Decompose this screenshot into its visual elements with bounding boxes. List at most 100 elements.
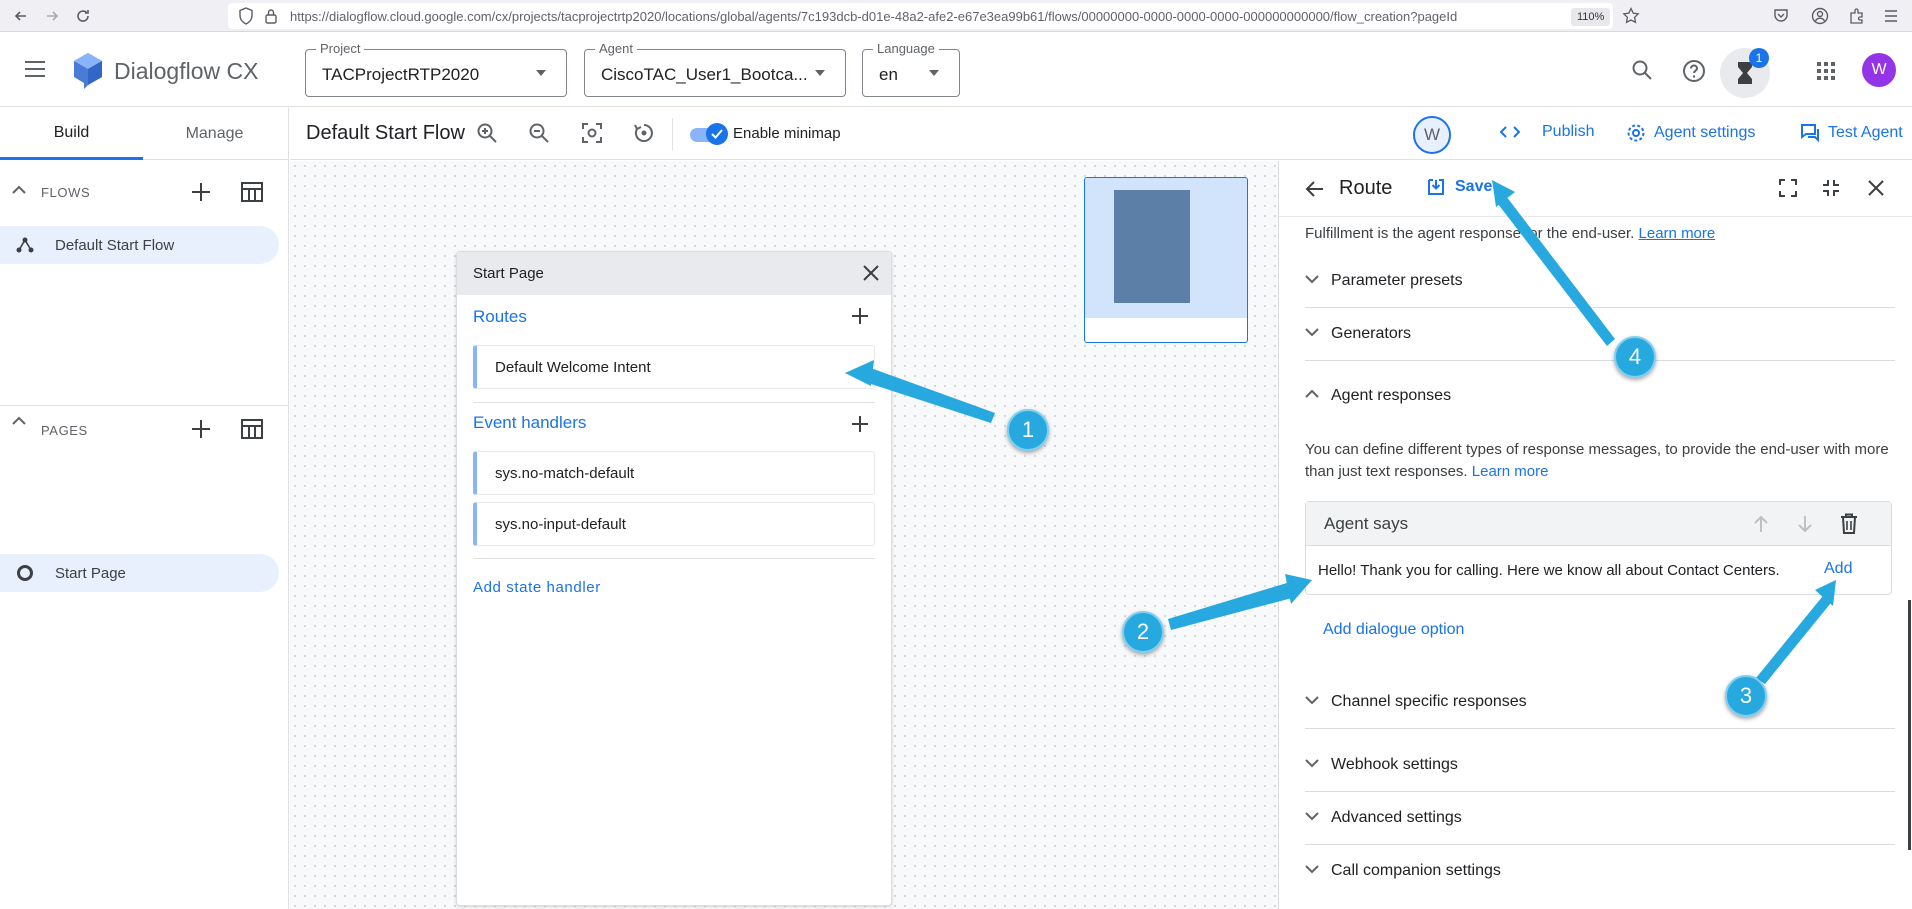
- project-label: Project: [316, 41, 365, 56]
- route-default-welcome-intent[interactable]: Default Welcome Intent: [473, 345, 875, 389]
- route-panel-header: Route Save: [1279, 161, 1912, 217]
- chevron-up-icon[interactable]: [12, 185, 26, 195]
- pocket-icon[interactable]: [1772, 7, 1790, 25]
- agent-select[interactable]: Agent CiscoTAC_User1_Bootca...: [584, 41, 846, 97]
- back-arrow-icon[interactable]: [11, 6, 31, 26]
- agent-says-card: Agent says Hello! Thank you for calling.…: [1305, 501, 1892, 595]
- add-event-handler-plus-icon[interactable]: [851, 415, 869, 433]
- url-bar[interactable]: https://dialogflow.cloud.google.com/cx/p…: [228, 3, 1640, 29]
- bookmark-star-icon[interactable]: [1622, 7, 1640, 25]
- response-text-input[interactable]: Hello! Thank you for calling. Here we kn…: [1318, 562, 1780, 579]
- zoom-in-icon[interactable]: [476, 122, 498, 144]
- accordion-agent-responses[interactable]: Agent responses: [1305, 371, 1895, 423]
- agent-responses-description: You can define different types of respon…: [1305, 439, 1895, 483]
- collapse-icon[interactable]: [1822, 179, 1840, 197]
- card-title: Start Page: [473, 265, 544, 282]
- user-avatar[interactable]: W: [1862, 53, 1896, 87]
- agent-settings-button[interactable]: Agent settings: [1626, 123, 1755, 143]
- apps-grid-icon[interactable]: [1816, 61, 1836, 81]
- route-editor-panel: Route Save Fulfillment is the agent resp…: [1278, 161, 1912, 909]
- accordion-label: Webhook settings: [1331, 756, 1458, 773]
- accordion-webhook-settings[interactable]: Webhook settings: [1305, 740, 1895, 792]
- fullscreen-icon[interactable]: [1779, 179, 1797, 197]
- learn-more-link[interactable]: Learn more: [1639, 225, 1716, 242]
- add-response-button[interactable]: Add: [1824, 560, 1852, 578]
- dropdown-caret-icon: [536, 70, 546, 76]
- minimap-label: Enable minimap: [733, 125, 841, 142]
- tab-build[interactable]: Build: [0, 108, 143, 160]
- forward-arrow-icon[interactable]: [42, 6, 62, 26]
- browser-toolbar: https://dialogflow.cloud.google.com/cx/p…: [0, 0, 1912, 32]
- build-manage-tabs: Build Manage: [0, 108, 288, 160]
- accordion-label: Agent responses: [1331, 387, 1452, 404]
- flows-table-icon[interactable]: [241, 181, 263, 203]
- card-divider: [473, 402, 875, 403]
- pages-table-icon[interactable]: [241, 418, 263, 440]
- accordion-generators[interactable]: Generators: [1305, 309, 1895, 361]
- flow-item-default-start-flow[interactable]: Default Start Flow: [0, 226, 279, 264]
- test-agent-button[interactable]: Test Agent: [1800, 123, 1903, 143]
- add-state-handler-link[interactable]: Add state handler: [473, 579, 601, 596]
- reload-icon[interactable]: [73, 6, 93, 26]
- code-icon: [1500, 126, 1520, 138]
- annotation-badge-4: 4: [1614, 336, 1656, 378]
- hamburger-menu-icon[interactable]: [24, 60, 46, 78]
- canvas-toolbar: Default Start Flow Enable minimap W Publ…: [290, 108, 1912, 160]
- page-item-start-page[interactable]: Start Page: [0, 554, 279, 592]
- add-page-plus-icon[interactable]: [190, 418, 212, 440]
- zoom-level[interactable]: 110%: [1571, 8, 1611, 26]
- event-handler-no-match[interactable]: sys.no-match-default: [473, 451, 875, 495]
- publish-button[interactable]: Publish: [1500, 123, 1594, 141]
- add-flow-plus-icon[interactable]: [190, 181, 212, 203]
- card-header: Start Page: [457, 252, 891, 295]
- pages-section-header: PAGES: [0, 405, 289, 439]
- accordion-label: Channel specific responses: [1331, 693, 1527, 710]
- language-value: en: [879, 65, 898, 84]
- learn-more-link[interactable]: Learn more: [1472, 463, 1549, 480]
- shield-icon[interactable]: [238, 7, 254, 25]
- extensions-icon[interactable]: [1848, 7, 1866, 25]
- event-handler-no-input[interactable]: sys.no-input-default: [473, 502, 875, 546]
- project-select[interactable]: Project TACProjectRTP2020: [305, 41, 567, 97]
- arrow-down-icon[interactable]: [1796, 514, 1814, 534]
- minimap[interactable]: [1084, 177, 1248, 343]
- add-route-plus-icon[interactable]: [851, 307, 869, 325]
- accordion-advanced-settings[interactable]: Advanced settings: [1305, 793, 1895, 845]
- trash-icon[interactable]: [1840, 513, 1858, 535]
- account-icon[interactable]: [1811, 7, 1829, 25]
- url-text[interactable]: https://dialogflow.cloud.google.com/cx/p…: [290, 9, 1535, 24]
- flow-canvas[interactable]: Start Page Routes Default Welcome Intent…: [290, 161, 1278, 909]
- fulfillment-text: Fulfillment is the agent response for th…: [1305, 225, 1635, 242]
- chevron-down-icon: [1305, 327, 1319, 337]
- accordion-call-companion[interactable]: Call companion settings: [1305, 846, 1895, 898]
- page-circle-icon: [16, 564, 34, 582]
- close-icon[interactable]: [1867, 179, 1885, 197]
- minimap-toggle[interactable]: [690, 123, 730, 145]
- chevron-up-icon[interactable]: [12, 416, 26, 426]
- arrow-up-icon[interactable]: [1752, 514, 1770, 534]
- browser-menu-icon[interactable]: [1882, 7, 1900, 25]
- minimap-node: [1114, 190, 1190, 303]
- flow-title: Default Start Flow: [306, 122, 465, 144]
- language-select[interactable]: Language en: [862, 41, 960, 97]
- fit-to-screen-icon[interactable]: [581, 122, 603, 144]
- back-arrow-icon[interactable]: [1305, 179, 1325, 199]
- help-icon[interactable]: [1682, 59, 1706, 83]
- zoom-out-icon[interactable]: [528, 122, 550, 144]
- toolbar-divider: [672, 118, 673, 150]
- left-navigation-panel: Build Manage FLOWS Default Start Flow PA…: [0, 108, 289, 909]
- save-button[interactable]: Save: [1427, 178, 1492, 196]
- accordion-parameter-presets[interactable]: Parameter presets: [1305, 256, 1895, 308]
- chevron-down-icon: [1305, 864, 1319, 874]
- add-dialogue-option-link[interactable]: Add dialogue option: [1323, 621, 1464, 639]
- reset-view-icon[interactable]: [633, 122, 655, 144]
- collaborator-avatar[interactable]: W: [1413, 116, 1451, 154]
- accordion-channel-specific[interactable]: Channel specific responses: [1305, 677, 1895, 729]
- agent-settings-label: Agent settings: [1654, 124, 1756, 141]
- search-icon[interactable]: [1631, 59, 1653, 81]
- close-icon[interactable]: [861, 263, 881, 283]
- chevron-down-icon: [1305, 695, 1319, 705]
- tab-manage[interactable]: Manage: [143, 108, 286, 160]
- scrollbar[interactable]: [1908, 600, 1911, 850]
- lock-icon[interactable]: [264, 7, 278, 25]
